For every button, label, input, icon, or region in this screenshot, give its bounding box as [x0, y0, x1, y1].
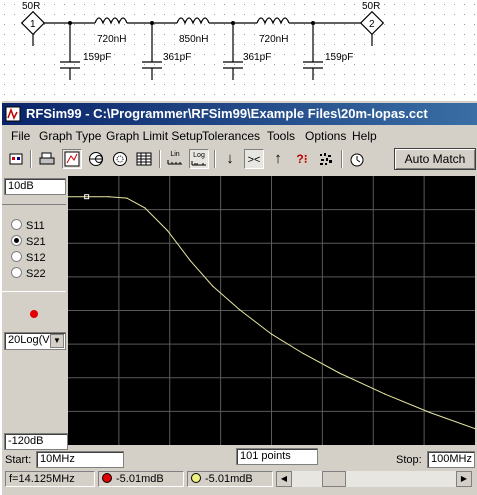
data-point — [189, 259, 191, 262]
capacitor-3-value: 361pF — [243, 52, 271, 63]
window-title: RFSim99 - C:\Programmer\RFSim99\Example … — [26, 106, 428, 121]
scroll-right-button[interactable]: ▶ — [456, 471, 472, 487]
menu-graph-type[interactable]: Graph Type — [39, 129, 101, 143]
menu-bar: File Graph Type Graph Limit Setup Tolera… — [2, 127, 477, 147]
radio-s12-dot — [11, 251, 22, 262]
stop-label: Stop: — [396, 454, 422, 466]
start-frequency-input[interactable]: 10MHz — [36, 451, 124, 468]
data-point — [338, 372, 340, 374]
data-point — [383, 393, 386, 395]
up-arrow-icon[interactable]: ↑ — [268, 149, 288, 169]
data-point — [212, 285, 214, 287]
radio-s12[interactable]: S12 — [11, 251, 46, 264]
menu-graph-limit-setup[interactable]: Graph Limit Setup — [106, 129, 203, 143]
marker1-icon — [102, 473, 112, 483]
bottom-controls: -120dB Start: 10MHz 101 points Stop: 100… — [2, 433, 477, 495]
capacitor-2-value: 361pF — [163, 52, 191, 63]
port1-number: 1 — [30, 19, 36, 30]
noise-icon[interactable] — [316, 149, 336, 169]
scroll-thumb[interactable] — [322, 471, 346, 487]
schematic-drawing: 50R 1 50R 2 720nH 850nH 720nH 159pF 361p… — [0, 0, 477, 100]
inductor-2-value: 850nH — [179, 34, 208, 45]
radio-s21-dot — [11, 235, 22, 246]
smith-chart-icon[interactable] — [86, 149, 106, 169]
trace-indicator-led — [30, 310, 38, 318]
graph-icon[interactable] — [62, 149, 82, 169]
status-marker1: -5.01mdB — [98, 471, 184, 487]
s21-chart — [67, 176, 476, 445]
status-frequency: f=14.125MHz — [5, 471, 95, 487]
start-label: Start: — [5, 454, 32, 466]
menu-help[interactable]: Help — [352, 129, 377, 143]
print-icon[interactable] — [37, 149, 57, 169]
title-bar[interactable]: RFSim99 - C:\Programmer\RFSim99\Example … — [2, 103, 477, 125]
port2-number: 2 — [369, 19, 375, 30]
bottom-value-field[interactable]: -120dB — [4, 433, 68, 450]
radio-s11-dot — [11, 219, 22, 230]
inductor-3-value: 720nH — [259, 34, 288, 45]
port2-impedance: 50R — [362, 1, 380, 12]
scroll-left-button[interactable]: ◀ — [276, 471, 292, 487]
status-marker2: -5.01mdB — [187, 471, 273, 487]
data-point — [270, 333, 273, 335]
menu-file[interactable]: File — [11, 129, 30, 143]
data-point — [239, 309, 241, 311]
marker2-icon — [191, 473, 201, 483]
radio-s22[interactable]: S22 — [11, 267, 46, 280]
points-input[interactable]: 101 points — [236, 448, 318, 465]
data-point — [166, 230, 169, 232]
timer-icon[interactable] — [347, 149, 367, 169]
top-value-field[interactable]: 10dB — [4, 178, 66, 195]
chevron-down-icon[interactable]: ▼ — [50, 334, 64, 348]
radio-s21[interactable]: S21 — [11, 235, 46, 248]
lin-scale-icon[interactable]: Lin — [165, 149, 185, 169]
polar-icon[interactable] — [110, 149, 130, 169]
horizontal-scrollbar[interactable]: ◀ ▶ — [276, 471, 472, 487]
data-point — [144, 207, 146, 209]
inductor-1-value: 720nH — [97, 34, 126, 45]
auto-match-button[interactable]: Auto Match — [394, 148, 476, 170]
data-point — [126, 197, 128, 199]
menu-tolerances[interactable]: Tolerances — [202, 129, 260, 143]
down-arrow-icon[interactable]: ↓ — [220, 149, 240, 169]
port1-impedance: 50R — [22, 1, 40, 12]
radio-s11[interactable]: S11 — [11, 219, 45, 232]
help-cursor-icon[interactable]: ?⁝ — [292, 149, 312, 169]
data-point — [302, 352, 304, 355]
graph-control-panel: 10dB S11 S21 S12 S22 20Log(V ▼ — [2, 174, 68, 464]
graph-plot-area[interactable] — [67, 176, 476, 445]
component-icon[interactable] — [6, 149, 26, 169]
radio-s22-dot — [11, 267, 22, 278]
app-icon — [5, 106, 21, 122]
data-point — [108, 196, 110, 198]
log-scale-icon[interactable]: Log — [189, 149, 209, 169]
menu-tools[interactable]: Tools — [267, 129, 295, 143]
stop-frequency-input[interactable]: 100MHz — [427, 451, 475, 468]
capacitor-1-value: 159pF — [83, 52, 111, 63]
menu-options[interactable]: Options — [305, 129, 346, 143]
data-point — [429, 411, 431, 414]
format-select[interactable]: 20Log(V ▼ — [4, 332, 66, 350]
schematic-panel: 50R 1 50R 2 720nH 850nH 720nH 159pF 361p… — [0, 0, 477, 100]
toolbar: Lin Log ↓ >< ↑ ?⁝ Auto Match — [2, 148, 477, 172]
table-icon[interactable] — [134, 149, 154, 169]
capacitor-4-value: 159pF — [325, 52, 353, 63]
shrink-icon[interactable]: >< — [244, 149, 264, 169]
